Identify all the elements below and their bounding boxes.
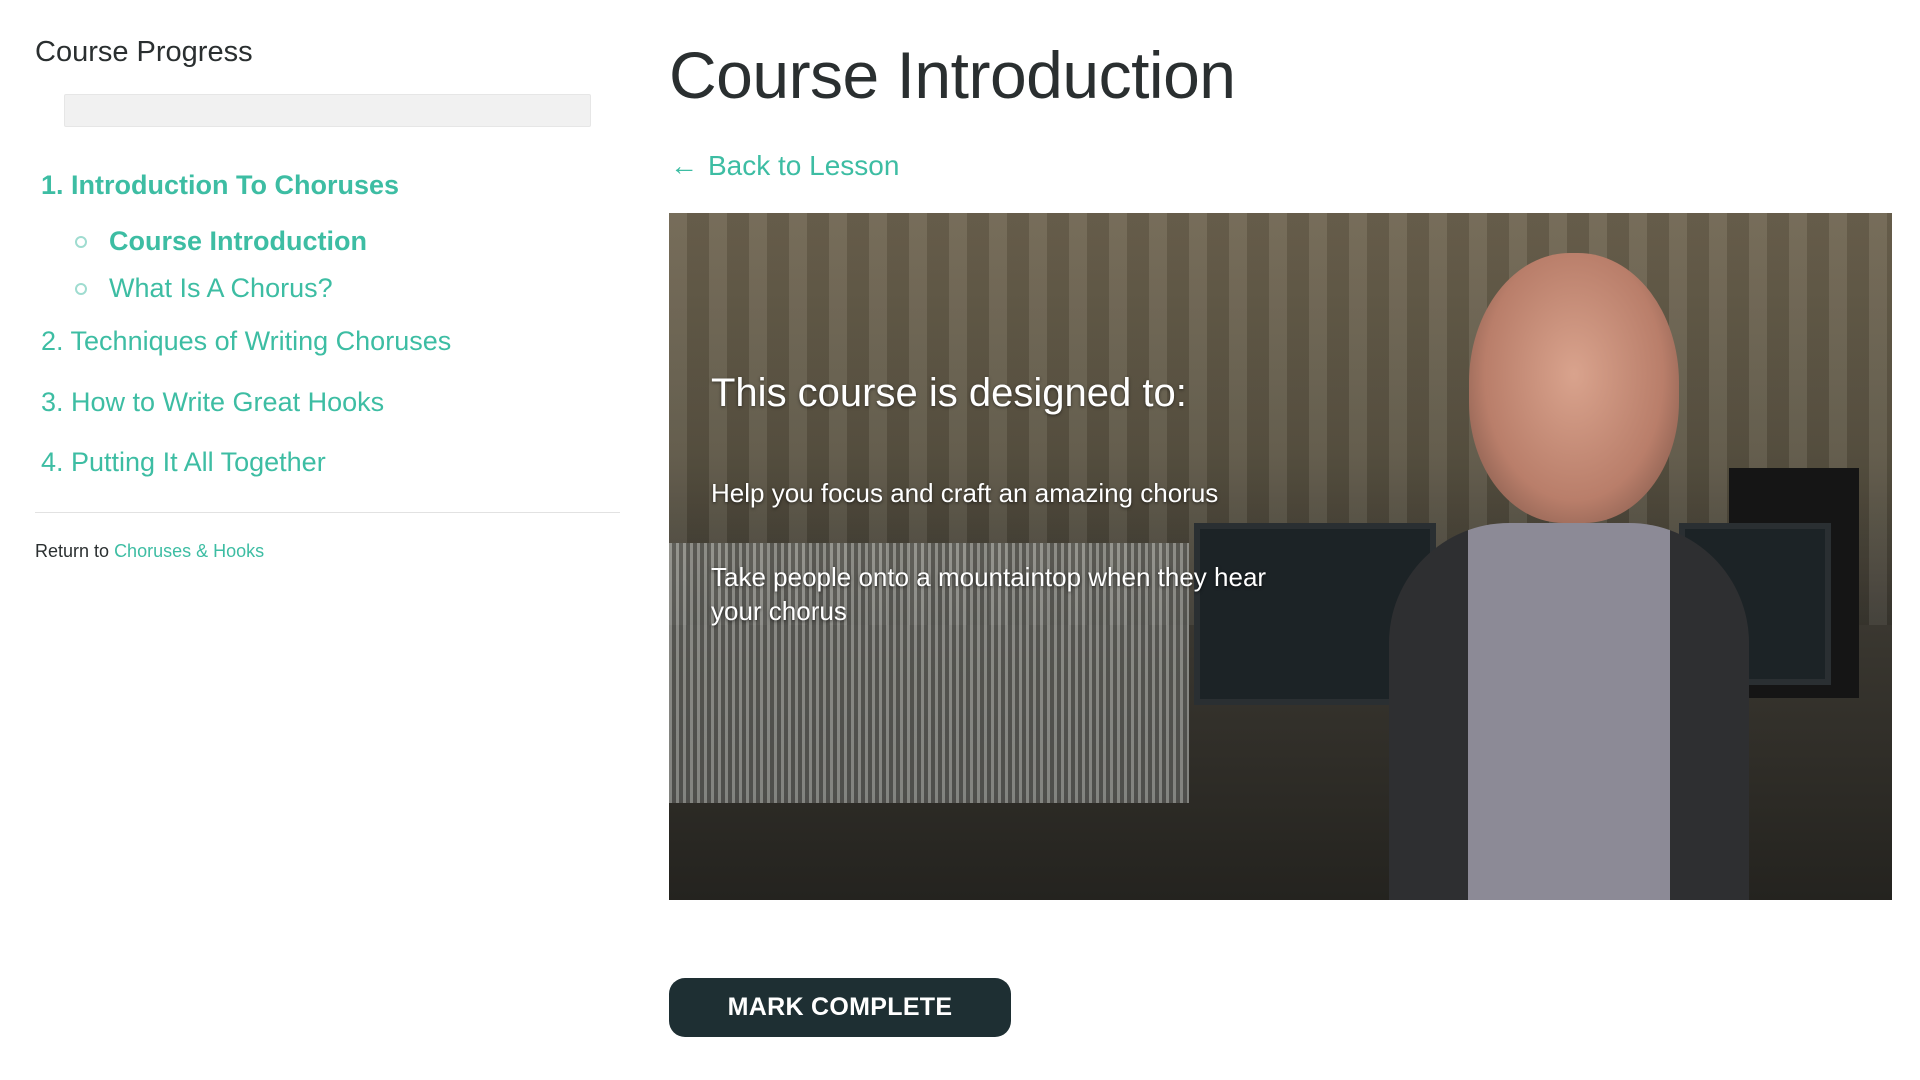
sidebar-divider (35, 512, 620, 513)
presenter-body (1389, 523, 1749, 900)
arrow-left-icon: ← (670, 150, 698, 181)
video-point: Help you focus and craft an amazing chor… (711, 478, 1219, 508)
lesson-course-introduction[interactable]: Course Introduction (75, 226, 367, 257)
lesson-label: Course Introduction (109, 226, 367, 256)
section-introduction-to-choruses[interactable]: 1. Introduction To Choruses (41, 170, 399, 201)
course-progress-bar (64, 94, 591, 127)
section-how-to-write-great-hooks[interactable]: 3. How to Write Great Hooks (41, 387, 384, 418)
lesson-video[interactable]: This course is designed to: Help you foc… (669, 213, 1892, 900)
page-title: Course Introduction (669, 38, 1236, 112)
mark-complete-button[interactable]: MARK COMPLETE (669, 978, 1011, 1037)
circle-outline-icon (75, 282, 87, 295)
course-progress-title: Course Progress (35, 36, 253, 68)
video-point: Take people onto a mountaintop when they… (711, 562, 1267, 626)
section-putting-it-all-together[interactable]: 4. Putting It All Together (41, 447, 326, 478)
back-to-lesson-link[interactable]: ← Back to Lesson (670, 150, 899, 182)
video-heading: This course is designed to: (711, 371, 1187, 415)
presenter-head (1469, 253, 1679, 523)
lesson-what-is-a-chorus[interactable]: What Is A Chorus? (75, 273, 333, 304)
back-to-lesson-label: Back to Lesson (708, 150, 900, 181)
return-prefix: Return to (35, 541, 110, 561)
return-to-course: Return to Choruses & Hooks (35, 541, 264, 562)
lesson-label: What Is A Chorus? (109, 273, 333, 303)
video-presenter (1389, 253, 1749, 900)
circle-outline-icon (75, 235, 87, 248)
return-course-link[interactable]: Choruses & Hooks (114, 541, 264, 561)
section-techniques-of-writing-choruses[interactable]: 2. Techniques of Writing Choruses (41, 326, 451, 357)
